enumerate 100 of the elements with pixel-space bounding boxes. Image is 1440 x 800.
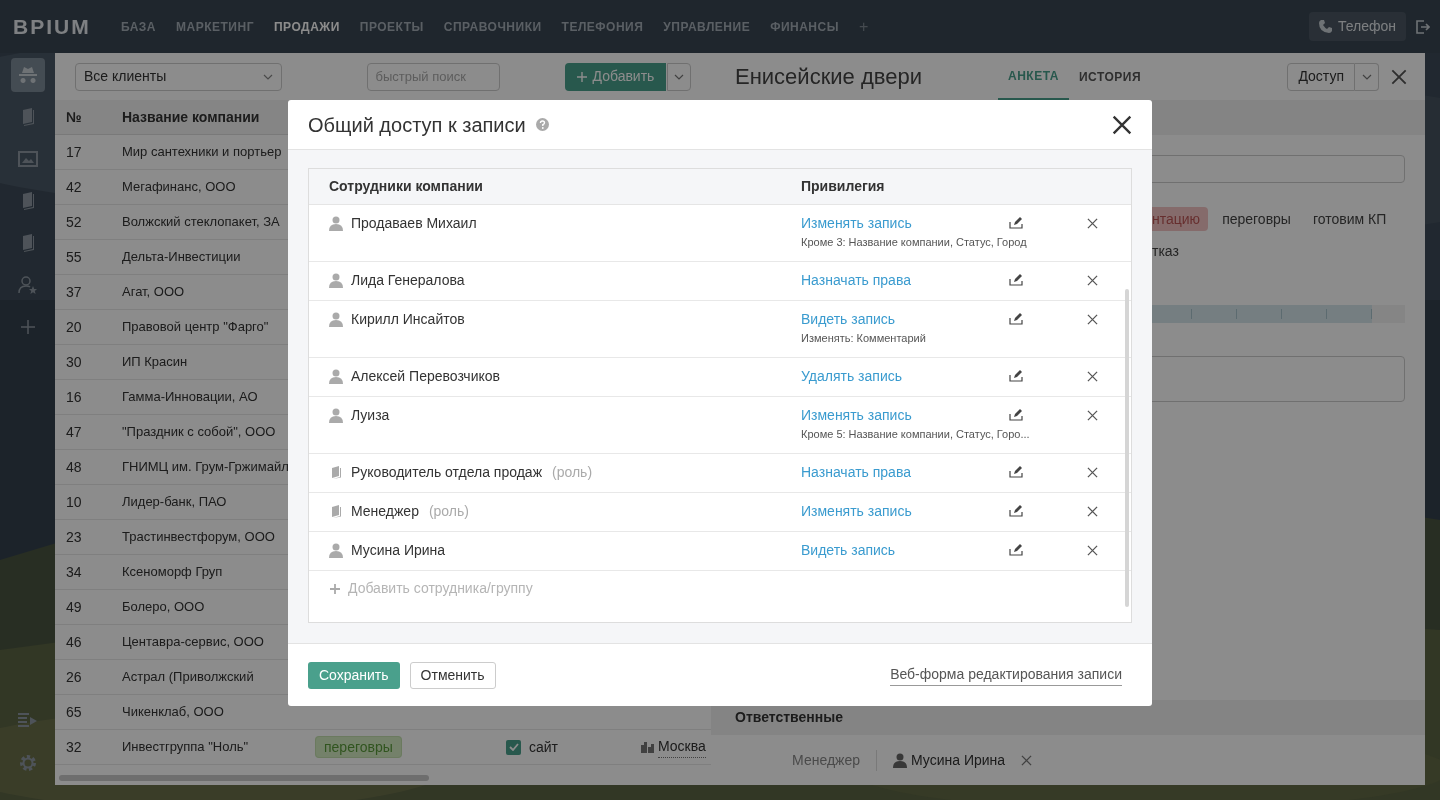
save-button[interactable]: Сохранить — [308, 661, 400, 689]
table-cell-text: 48 — [65, 457, 83, 477]
tab[interactable]: ИСТОРИЯ — [1068, 53, 1152, 100]
table-cell-text: 30 — [65, 352, 83, 372]
remove-icon[interactable] — [1021, 754, 1033, 766]
privilege-link[interactable]: Изменять запись — [801, 213, 912, 233]
vertical-scrollbar[interactable] — [1125, 289, 1129, 607]
table-cell-text: 37 — [65, 282, 83, 302]
phone-icon — [1318, 20, 1332, 33]
buildings-icon — [641, 741, 654, 753]
table-cell-text: ГНИМЦ им. Грум-Гржимайл — [122, 458, 290, 477]
city-link[interactable]: Москва — [658, 736, 706, 758]
table-cell-text: 46 — [65, 632, 83, 652]
edit-icon[interactable] — [1009, 370, 1023, 382]
table-cell-text: Правовой центр "Фарго" — [122, 318, 270, 337]
privilege-link[interactable]: Изменять запись — [801, 501, 912, 521]
table-cell-text: 52 — [65, 212, 83, 232]
remove-icon[interactable] — [1086, 370, 1098, 382]
column-header: Привилегия — [801, 177, 885, 196]
privilege-note: Изменять: Комментарий — [801, 331, 926, 346]
remove-icon[interactable] — [1086, 505, 1098, 517]
dropdown-toggle[interactable] — [667, 62, 691, 91]
nav-item[interactable]: ТЕЛЕФОНИЯ — [561, 17, 644, 36]
edit-icon[interactable] — [1009, 274, 1023, 286]
plus-icon — [576, 71, 587, 82]
help-icon[interactable] — [535, 118, 549, 131]
nav-item[interactable]: УПРАВЛЕНИЕ — [663, 17, 751, 36]
close-icon[interactable] — [1112, 114, 1132, 135]
remove-icon[interactable] — [1086, 409, 1098, 421]
table-cell-text: 34 — [65, 562, 83, 582]
table-cell-text: 10 — [65, 492, 83, 512]
plus-icon — [20, 320, 35, 334]
table-cell-text: Инвестгруппа "Ноль" — [122, 738, 250, 757]
table-cell-text: 55 — [65, 247, 83, 267]
edit-icon[interactable] — [1009, 544, 1023, 556]
edit-icon[interactable] — [1009, 217, 1023, 229]
column-header: № — [65, 107, 83, 127]
dialog-title: Общий доступ к записи — [308, 112, 526, 138]
table-cell-text: Агат, ООО — [122, 283, 186, 302]
table-cell-text: 47 — [65, 422, 83, 442]
member-name: Продаваев Михаил — [351, 214, 477, 233]
member-name: Мусина Ирина — [351, 541, 446, 560]
add-button[interactable]: Добавить — [564, 62, 667, 91]
edit-icon[interactable] — [1009, 505, 1023, 517]
phone-button[interactable]: Телефон — [1308, 12, 1406, 41]
edit-icon[interactable] — [1009, 313, 1023, 325]
stage-tag[interactable]: переговры — [1214, 207, 1299, 231]
table-cell-text: Ксеноморф Груп — [122, 563, 224, 582]
column-header: Сотрудники компании — [328, 177, 484, 196]
privilege-link[interactable]: Изменять запись — [801, 405, 912, 425]
cancel-button[interactable]: Отменить — [409, 661, 496, 689]
book-icon — [20, 192, 35, 210]
privilege-link[interactable]: Видеть запись — [801, 309, 896, 329]
field-label: Менеджер — [711, 749, 877, 771]
privilege-link[interactable]: Удалять запись — [801, 366, 902, 386]
person-name: Мусина Ирина — [911, 750, 1006, 770]
remove-icon[interactable] — [1086, 313, 1098, 325]
add-section-button[interactable]: + — [858, 14, 869, 39]
book-icon — [20, 234, 35, 252]
nav-item[interactable]: БАЗА — [121, 17, 157, 36]
stage-tag[interactable]: готовим КП — [1304, 207, 1395, 231]
privilege-link[interactable]: Назначать права — [801, 462, 911, 482]
member-name: Луиза — [351, 406, 390, 425]
nav-item[interactable]: ФИНАНСЫ — [770, 17, 839, 36]
user-star-icon — [17, 276, 38, 294]
privilege-note: Кроме 5: Название компании, Статус, Горо... — [801, 427, 1030, 442]
privilege-link[interactable]: Видеть запись — [801, 540, 896, 560]
edit-icon[interactable] — [1009, 409, 1023, 421]
nav-item[interactable]: СПРАВОЧНИКИ — [443, 17, 542, 36]
remove-icon[interactable] — [1086, 544, 1098, 556]
remove-icon[interactable] — [1086, 274, 1098, 286]
person-icon — [329, 542, 343, 558]
remove-icon[interactable] — [1086, 466, 1098, 478]
role-label: (роль) — [428, 502, 469, 521]
filter-dropdown[interactable]: Все клиенты — [75, 62, 282, 91]
section-title: Ответственные — [735, 708, 843, 727]
record-title: Енисейские двери — [735, 63, 923, 91]
member-name: Кирилл Инсайтов — [351, 310, 465, 329]
privilege-link[interactable]: Назначать права — [801, 270, 911, 290]
nav-item[interactable]: ПРОЕКТЫ — [359, 17, 424, 36]
edit-icon[interactable] — [1009, 466, 1023, 478]
add-member-button[interactable]: Добавить сотрудника/группу — [309, 571, 533, 606]
settings-icon — [18, 754, 37, 772]
remove-icon[interactable] — [1086, 217, 1098, 229]
person-icon — [329, 215, 343, 231]
access-button[interactable]: Доступ — [1287, 62, 1355, 91]
plus-icon — [330, 583, 340, 594]
nav-item[interactable]: ПРОДАЖИ — [273, 17, 340, 36]
dropdown-toggle[interactable] — [1355, 62, 1379, 91]
logout-icon[interactable] — [1416, 19, 1430, 34]
table-cell-text: Трастинвестфорум, ООО — [122, 528, 276, 547]
horizontal-scrollbar[interactable] — [59, 775, 429, 781]
sidebar-item[interactable] — [10, 58, 45, 92]
checkbox[interactable] — [506, 739, 521, 755]
table-cell-text: Волжский стеклопакет, ЗА — [122, 213, 281, 232]
role-label: (роль) — [552, 463, 593, 482]
list-export-icon — [17, 713, 38, 729]
nav-item[interactable]: МАРКЕТИНГ — [176, 17, 254, 36]
table-cell-text: Чикенклаб, ООО — [122, 703, 225, 722]
web-form-link[interactable]: Веб-форма редактирования записи — [890, 664, 1122, 686]
